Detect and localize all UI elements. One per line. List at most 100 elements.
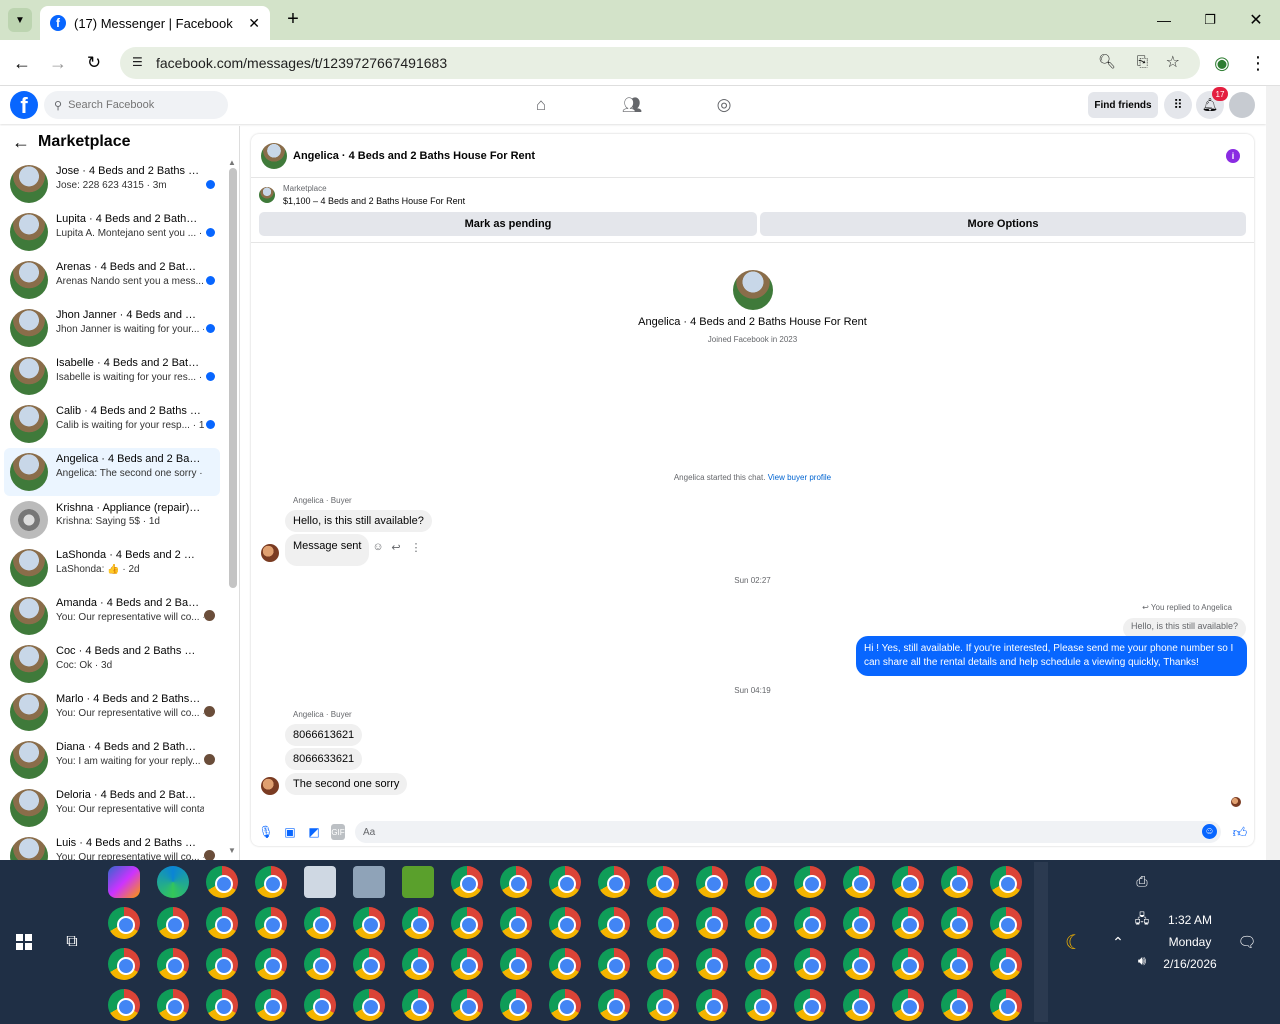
bookmark-star-icon[interactable]: ☆ — [1166, 52, 1180, 72]
chrome-profile-icon[interactable] — [549, 866, 581, 898]
chrome-profile-icon[interactable] — [353, 989, 385, 1021]
install-icon[interactable]: ⎘ — [1137, 53, 1148, 70]
new-tab-icon[interactable]: + — [282, 8, 304, 30]
profile-avatar[interactable] — [733, 270, 773, 310]
chrome-profile-icon[interactable] — [941, 866, 973, 898]
chrome-profile-icon[interactable] — [598, 907, 630, 939]
message-bubble[interactable]: Message sent — [285, 534, 370, 566]
zoom-icon[interactable]: 🔍︎ — [1098, 53, 1116, 70]
reload-icon[interactable]: ↻ — [82, 51, 106, 75]
chrome-profile-icon[interactable] — [598, 948, 630, 980]
groups-icon[interactable]: ◎ — [713, 94, 735, 116]
conversation-item[interactable]: Arenas · 4 Beds and 2 Baths ... Arenas Na… — [4, 256, 220, 304]
mark-pending-button[interactable]: Mark as pending — [259, 212, 757, 236]
conversation-item[interactable]: Coc · 4 Beds and 2 Baths Hous... Coc: Ok … — [4, 640, 220, 688]
chrome-profile-icon[interactable] — [304, 948, 336, 980]
conversation-item[interactable]: LaShonda · 4 Beds and 2 Baths ... LaShond… — [4, 544, 220, 592]
back-arrow-icon[interactable]: ← — [12, 132, 30, 153]
view-buyer-profile-link[interactable]: View buyer profile — [768, 473, 831, 482]
chrome-profile-icon[interactable] — [892, 907, 924, 939]
info-icon[interactable]: i — [1226, 149, 1240, 163]
task-view-icon[interactable]: ⧉ — [62, 932, 82, 952]
conversation-item[interactable]: Jhon Janner · 4 Beds and 2 B... Jhon Jann… — [4, 304, 220, 352]
chrome-profile-icon[interactable] — [843, 907, 875, 939]
conversation-item[interactable]: Diana · 4 Beds and 2 Baths H... You: I am… — [4, 736, 220, 784]
close-tab-icon[interactable]: ✕ — [248, 15, 260, 32]
chrome-profile-icon[interactable] — [647, 989, 679, 1021]
chat-title[interactable]: Angelica · 4 Beds and 2 Baths House For … — [293, 150, 535, 162]
chrome-profile-icon[interactable] — [941, 989, 973, 1021]
chrome-profile-icon[interactable] — [402, 989, 434, 1021]
buyer-avatar[interactable] — [261, 777, 279, 795]
conversation-item[interactable]: Isabelle · 4 Beds and 2 Baths ... Isabell… — [4, 352, 220, 400]
chrome-profile-icon[interactable] — [647, 948, 679, 980]
chrome-profile-icon[interactable] — [451, 948, 483, 980]
hidden-icons-chevron-icon[interactable]: ⌃ — [1108, 932, 1128, 952]
conversation-item[interactable]: Luis · 4 Beds and 2 Baths Ho... You: Our … — [4, 832, 220, 860]
chrome-profile-icon[interactable] — [990, 866, 1022, 898]
chrome-profile-icon[interactable] — [696, 989, 728, 1021]
search-facebook[interactable]: ⚲ — [44, 91, 228, 119]
home-icon[interactable]: ⌂ — [530, 94, 552, 116]
browser-tab[interactable]: f (17) Messenger | Facebook ✕ — [40, 6, 270, 40]
chrome-profile-icon[interactable] — [647, 907, 679, 939]
chrome-profile-icon[interactable] — [990, 948, 1022, 980]
chrome-profile-icon[interactable] — [157, 948, 189, 980]
chrome-profile-icon[interactable] — [500, 989, 532, 1021]
chrome-profile-icon[interactable] — [745, 948, 777, 980]
message-bubble[interactable]: 8066613621 — [285, 724, 363, 746]
chrome-profile-icon[interactable] — [745, 989, 777, 1021]
buyer-avatar[interactable] — [261, 544, 279, 562]
windows-start-icon[interactable] — [16, 934, 32, 950]
chrome-profile-icon[interactable] — [549, 907, 581, 939]
facebook-logo-icon[interactable]: f — [10, 91, 38, 119]
chrome-profile-icon[interactable] — [647, 866, 679, 898]
my-reply-bubble[interactable]: Hi ! Yes, still available. If you're int… — [856, 636, 1247, 676]
chrome-profile-icon[interactable] — [696, 866, 728, 898]
chrome-profile-icon[interactable] — [353, 948, 385, 980]
chrome-profile-icon[interactable] — [402, 948, 434, 980]
notification-center-icon[interactable]: 🗨︎ — [1236, 932, 1258, 952]
message-input[interactable]: Aa ☺ — [355, 821, 1221, 843]
chrome-profile-icon[interactable] — [304, 989, 336, 1021]
react-emoji-icon[interactable]: ☺ — [371, 540, 385, 554]
forward-icon[interactable]: → — [46, 51, 70, 75]
taskbar-scroll[interactable] — [1034, 862, 1048, 1022]
chat-avatar[interactable] — [261, 143, 287, 169]
chrome-profile-icon[interactable] — [696, 948, 728, 980]
tab-search-button[interactable]: ▼ — [8, 8, 32, 32]
chrome-profile-icon[interactable] — [304, 907, 336, 939]
chrome-profile-icon[interactable] — [255, 866, 287, 898]
page-scrollbar[interactable] — [1266, 86, 1280, 860]
chrome-profile-icon[interactable] — [451, 989, 483, 1021]
conversation-item[interactable]: Amanda · 4 Beds and 2 Bath... You: Our re… — [4, 592, 220, 640]
conversation-item[interactable]: Angelica · 4 Beds and 2 Baths ... Angelic… — [4, 448, 220, 496]
chrome-profile-icon[interactable] — [255, 989, 287, 1021]
chrome-profile-icon[interactable] — [794, 948, 826, 980]
chrome-profile-icon[interactable] — [598, 866, 630, 898]
search-input[interactable] — [68, 99, 209, 111]
chrome-profile-icon[interactable] — [549, 948, 581, 980]
more-options-button[interactable]: More Options — [760, 212, 1246, 236]
sidebar-scroll-down[interactable]: ▼ — [228, 846, 236, 855]
chrome-profile-icon[interactable] — [206, 866, 238, 898]
emoji-icon[interactable]: ☺ — [1202, 824, 1217, 839]
chrome-profile-icon[interactable] — [941, 948, 973, 980]
chrome-profile-icon[interactable] — [598, 989, 630, 1021]
chrome-profile-icon[interactable] — [500, 948, 532, 980]
chrome-profile-icon[interactable] — [892, 989, 924, 1021]
site-info-icon[interactable]: ☰ — [132, 55, 143, 69]
chrome-profile-icon[interactable] — [206, 989, 238, 1021]
menu-kebab-icon[interactable]: ⋮ — [1246, 51, 1270, 75]
chrome-profile-icon[interactable] — [941, 907, 973, 939]
edge-icon[interactable] — [157, 866, 189, 898]
conversation-item[interactable]: Deloria · 4 Beds and 2 Baths H... You: Ou… — [4, 784, 220, 832]
minimize-icon[interactable]: — — [1152, 8, 1176, 32]
chrome-profile-icon[interactable] — [843, 989, 875, 1021]
chrome-profile-icon[interactable] — [206, 948, 238, 980]
friends-icon[interactable]: 👥︎ — [621, 94, 643, 116]
meet-now-icon[interactable]: ⎙ — [1132, 872, 1152, 890]
message-more-icon[interactable]: ⋮ — [409, 540, 423, 554]
volume-icon[interactable]: 🔊︎ — [1132, 952, 1152, 970]
night-light-icon[interactable]: ☾ — [1062, 930, 1086, 954]
